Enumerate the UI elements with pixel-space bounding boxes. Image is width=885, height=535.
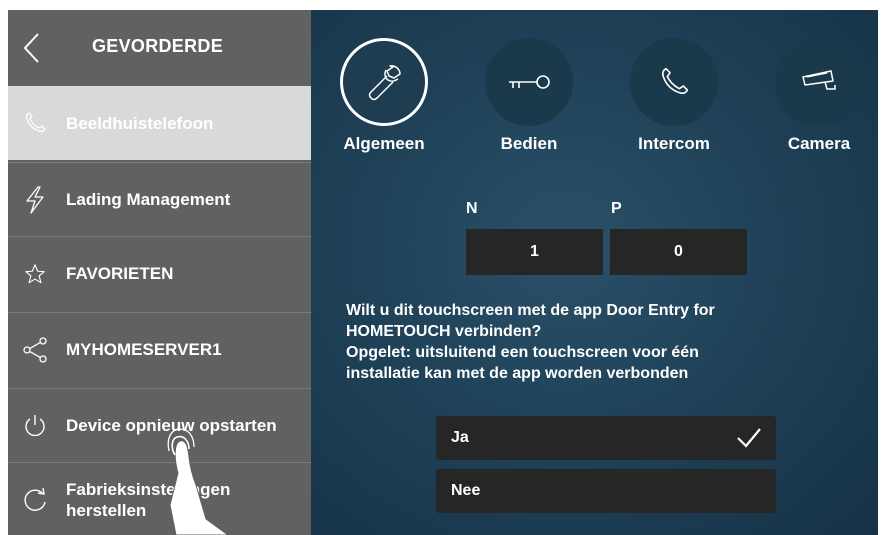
power-icon bbox=[22, 413, 48, 439]
main-panel: Algemeen Bedien Intercom Camera N P 1 0 … bbox=[311, 10, 878, 535]
back-button[interactable] bbox=[18, 30, 46, 66]
sidebar-item-label: Lading Management bbox=[66, 190, 231, 209]
question-line: Opgelet: uitsluitend een touchscreen voo… bbox=[346, 344, 699, 361]
sidebar-item-favorieten[interactable]: FAVORIETEN bbox=[8, 236, 311, 310]
reset-icon bbox=[22, 487, 48, 513]
tab-icon-circle bbox=[630, 38, 718, 126]
tab-icon-circle bbox=[775, 38, 863, 126]
option-label: Nee bbox=[451, 482, 481, 499]
sidebar-header: GEVORDERDE bbox=[8, 10, 311, 86]
sidebar: GEVORDERDE Beeldhuistelefoon Lading Mana… bbox=[8, 10, 311, 535]
question-line: HOMETOUCH verbinden? bbox=[346, 323, 542, 340]
option-ja[interactable]: Ja bbox=[436, 416, 776, 460]
checkmark-icon bbox=[737, 428, 761, 448]
key-icon bbox=[509, 75, 550, 89]
connect-question: Wilt u dit touchscreen met de app Door E… bbox=[346, 300, 866, 384]
sidebar-item-factory-reset[interactable]: Fabrieksinstellingen herstellen bbox=[8, 462, 311, 535]
sidebar-item-lading-management[interactable]: Lading Management bbox=[8, 162, 311, 236]
wrench-icon bbox=[368, 65, 401, 101]
option-nee[interactable]: Nee bbox=[436, 469, 776, 513]
chevron-left-icon bbox=[23, 33, 39, 63]
camera-icon bbox=[802, 70, 836, 90]
n-value-field[interactable]: 1 bbox=[466, 229, 603, 275]
touch-hand-icon bbox=[167, 428, 229, 535]
tab-bedien[interactable]: Bedien bbox=[484, 38, 574, 154]
screen: GEVORDERDE Beeldhuistelefoon Lading Mana… bbox=[8, 10, 878, 535]
phone-icon bbox=[22, 110, 48, 136]
tab-algemeen[interactable]: Algemeen bbox=[339, 38, 429, 154]
sidebar-item-label: MYHOMESERVER1 bbox=[66, 340, 222, 359]
tab-intercom[interactable]: Intercom bbox=[629, 38, 719, 154]
tab-icon-circle bbox=[485, 38, 573, 126]
sidebar-item-label: FAVORIETEN bbox=[66, 264, 174, 283]
sidebar-item-beeldhuistelefoon[interactable]: Beeldhuistelefoon bbox=[8, 86, 311, 160]
sidebar-item-myhomeserver1[interactable]: MYHOMESERVER1 bbox=[8, 312, 311, 386]
p-value-field[interactable]: 0 bbox=[610, 229, 747, 275]
phone-icon bbox=[662, 67, 689, 94]
sidebar-item-label: Beeldhuistelefoon bbox=[66, 113, 214, 133]
question-line: Wilt u dit touchscreen met de app Door E… bbox=[346, 302, 715, 319]
sidebar-title: GEVORDERDE bbox=[92, 36, 224, 56]
tab-label: Intercom bbox=[638, 134, 710, 153]
star-icon bbox=[22, 261, 48, 287]
p-label: P bbox=[611, 200, 622, 217]
question-line: installatie kan met de app worden verbon… bbox=[346, 365, 689, 382]
tab-label: Camera bbox=[787, 134, 851, 153]
n-label: N bbox=[466, 200, 478, 217]
tab-label: Bedien bbox=[500, 134, 558, 153]
tab-icon-circle bbox=[340, 38, 428, 126]
option-label: Ja bbox=[451, 429, 469, 446]
lightning-icon bbox=[22, 185, 48, 214]
tab-camera[interactable]: Camera bbox=[774, 38, 864, 154]
sidebar-item-device-restart[interactable]: Device opnieuw opstarten bbox=[8, 388, 311, 462]
share-icon bbox=[22, 336, 48, 363]
tab-label: Algemeen bbox=[343, 134, 425, 153]
